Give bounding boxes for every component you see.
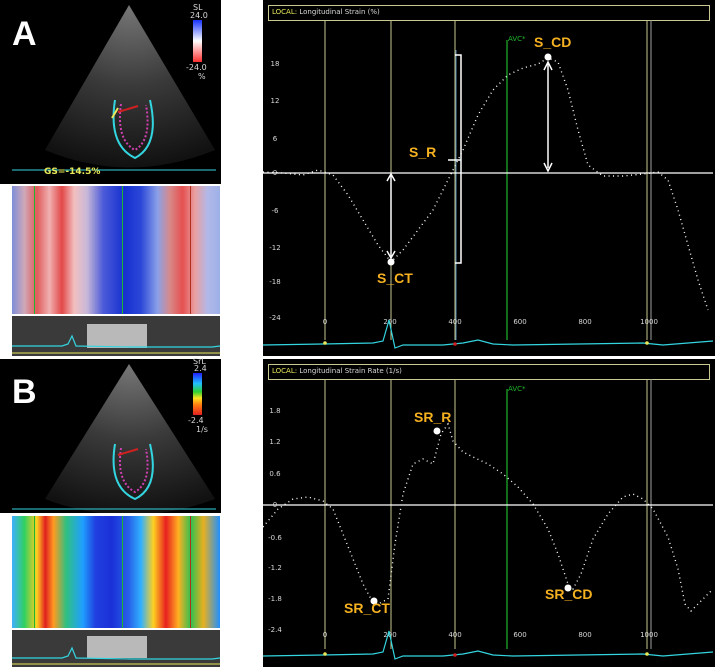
s-ct-label: S_CT [377,270,413,286]
svg-text:-2.4: -2.4 [268,626,282,634]
svg-text:1.8: 1.8 [269,407,280,415]
svg-text:600: 600 [513,318,526,326]
panel-a-strain-chart: LOCAL: Longitudinal Strain (%) AVC* 18 1… [263,0,715,356]
svg-text:800: 800 [578,631,591,639]
avc-label: AVC* [508,35,526,43]
s-r-label: S_R [409,144,436,160]
strain-colorbar [193,20,202,62]
svg-text:0: 0 [323,318,327,326]
svg-text:18: 18 [271,60,280,68]
svg-text:400: 400 [448,318,461,326]
colorbar-unit-b: 1/s [196,425,208,434]
svg-text:-18: -18 [269,278,280,286]
svg-text:0.6: 0.6 [269,470,281,478]
panel-a-letter: A [12,15,37,53]
colorbar-max-b: 2.4 [194,364,207,373]
svg-text:400: 400 [448,631,461,639]
svg-text:0: 0 [273,501,277,509]
strain-rate-plot: AVC* 1.8 1.2 0.6 0 -0.6 -1.2 -1.8 -2.4 0… [263,379,714,660]
svg-text:-12: -12 [269,244,280,252]
panel-b-mmode-strain-rate [12,516,220,628]
colorbar-unit: % [198,72,206,81]
strain-rate-curve [263,422,714,613]
strain-curve [263,57,709,311]
sr-ct-label: SR_CT [344,600,390,616]
panel-b-letter: B [12,373,37,411]
svg-text:-0.6: -0.6 [268,534,282,542]
svg-text:6: 6 [273,135,278,143]
svg-text:-6: -6 [272,207,280,215]
svg-text:1000: 1000 [640,631,658,639]
panel-b-mmode-ecg [12,630,221,667]
panel-a-mmode-strain [12,186,220,314]
colorbar-max: 24.0 [190,11,208,20]
strain-rate-colorbar [193,373,202,415]
colorbar-min-b: -2.4 [188,416,204,425]
svg-text:0: 0 [323,631,327,639]
svg-text:800: 800 [578,318,591,326]
panel-b-strain-rate-chart: LOCAL: Longitudinal Strain Rate (1/s) AV… [263,359,715,667]
svg-text:600: 600 [513,631,526,639]
strain-plot: AVC* 18 12 6 0 -6 -12 -18 -24 0 200 400 … [263,20,714,349]
panel-a-mmode-ecg [12,316,221,356]
svg-text:-24: -24 [269,314,281,322]
svg-text:-1.8: -1.8 [268,595,282,603]
sr-cd-label: SR_CD [545,586,592,602]
s-cd-label: S_CD [534,34,571,50]
svg-text:-1.2: -1.2 [268,564,282,572]
sr-r-label: SR_R [414,409,451,425]
svg-text:12: 12 [271,97,280,105]
ultrasound-sector [45,5,215,168]
svg-text:1000: 1000 [640,318,658,326]
global-strain-label: GS=-14.5% [44,167,101,177]
svg-text:1.2: 1.2 [269,438,280,446]
avc-label-b: AVC* [508,385,526,393]
colorbar-min: -24.0 [186,63,207,72]
